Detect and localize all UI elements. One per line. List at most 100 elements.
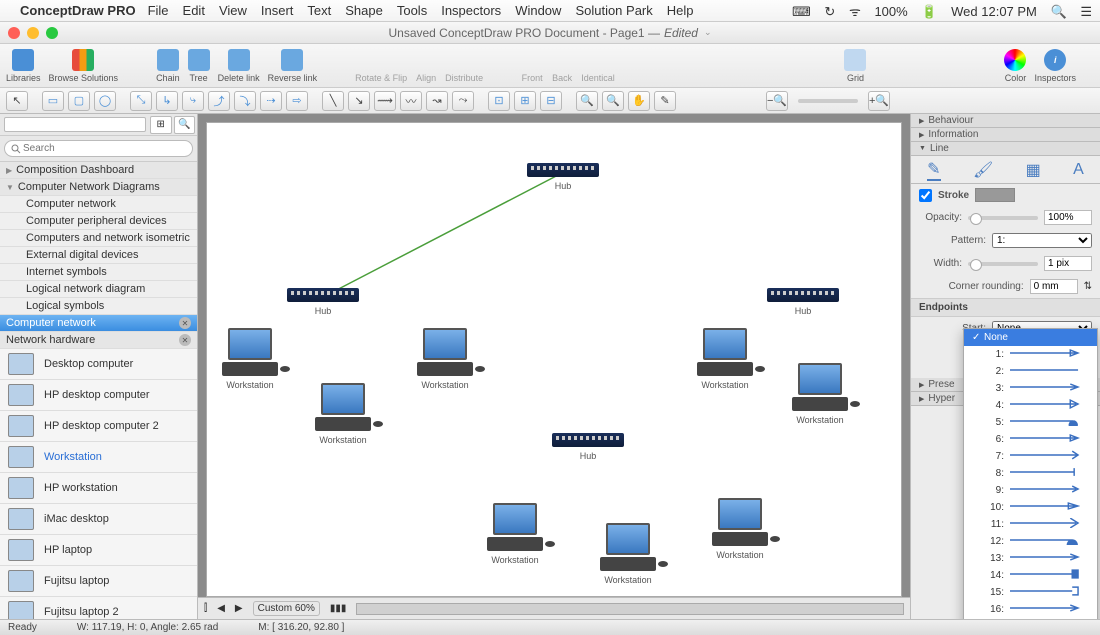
rounded-rect-tool[interactable]: ▢ xyxy=(68,91,90,111)
keyboard-icon[interactable]: ⌨ xyxy=(792,4,811,19)
workstation-node[interactable]: Workstation xyxy=(712,498,768,560)
hub-node[interactable]: Hub xyxy=(527,163,599,191)
zoom-out-tool[interactable]: 🔍 xyxy=(602,91,624,111)
battery-icon[interactable]: 🔋 xyxy=(921,4,937,19)
identical-button[interactable]: Identical xyxy=(581,49,615,83)
distribute-button[interactable]: Distribute xyxy=(445,49,483,83)
list-item[interactable]: Desktop computer xyxy=(0,349,197,380)
align-button[interactable]: Align xyxy=(415,49,437,83)
menu-shape[interactable]: Shape xyxy=(345,3,383,18)
zoom-minus[interactable]: −🔍 xyxy=(766,91,788,111)
dropdown-item[interactable]: 11: xyxy=(964,516,1097,533)
menu-inspectors[interactable]: Inspectors xyxy=(441,3,501,18)
menu-text[interactable]: Text xyxy=(307,3,331,18)
hub-node[interactable]: Hub xyxy=(287,288,359,316)
eyedropper-tool[interactable]: ✎ xyxy=(654,91,676,111)
opacity-slider[interactable] xyxy=(968,216,1038,220)
section-line[interactable]: ▼Line xyxy=(911,142,1100,156)
reverse-link-button[interactable]: Reverse link xyxy=(268,49,318,83)
line-tool-6[interactable]: ⤳ xyxy=(452,91,474,111)
corner-input[interactable] xyxy=(1030,279,1078,294)
hub-node[interactable]: Hub xyxy=(767,288,839,316)
menu-window[interactable]: Window xyxy=(515,3,561,18)
menu-solution-park[interactable]: Solution Park xyxy=(575,3,652,18)
connector-tool-3[interactable]: ⤷ xyxy=(182,91,204,111)
tree-item[interactable]: Computer peripheral devices xyxy=(0,213,197,230)
section-information[interactable]: ▶Information xyxy=(911,128,1100,142)
hub-node[interactable]: Hub xyxy=(552,433,624,461)
width-slider[interactable] xyxy=(968,262,1038,266)
workstation-node[interactable]: Workstation xyxy=(697,328,753,390)
sidebar-search-icon[interactable]: 🔍 xyxy=(174,116,196,134)
zoom-display[interactable]: Custom 60% xyxy=(253,601,320,616)
title-dropdown-icon[interactable]: ⌄ xyxy=(704,27,712,38)
menu-insert[interactable]: Insert xyxy=(261,3,294,18)
tree-computer-network-diagrams[interactable]: ▼Computer Network Diagrams xyxy=(0,179,197,196)
scroll-handle-icon[interactable]: ⫿ xyxy=(204,603,207,614)
dropdown-item[interactable]: 9: xyxy=(964,482,1097,499)
rect-tool[interactable]: ▭ xyxy=(42,91,64,111)
section-behaviour[interactable]: ▶Behaviour xyxy=(911,114,1100,128)
sidebar-grid-icon[interactable]: ⊞ xyxy=(150,116,172,134)
dropdown-item[interactable]: 12: xyxy=(964,533,1097,550)
node-tool-1[interactable]: ⊡ xyxy=(488,91,510,111)
sidebar-filter-input[interactable] xyxy=(4,117,146,132)
page-tabs-icon[interactable]: ▮▮▮ xyxy=(330,603,347,614)
back-button[interactable]: Back xyxy=(551,49,573,83)
dropdown-item[interactable]: 6: xyxy=(964,431,1097,448)
stroke-checkbox[interactable] xyxy=(919,189,932,202)
dropdown-none[interactable]: ✓None xyxy=(964,329,1097,346)
dropdown-item[interactable]: 5: xyxy=(964,414,1097,431)
node-tool-2[interactable]: ⊞ xyxy=(514,91,536,111)
horizontal-scrollbar[interactable] xyxy=(356,603,904,615)
list-item[interactable]: Fujitsu laptop 2 xyxy=(0,597,197,619)
workstation-node[interactable]: Workstation xyxy=(417,328,473,390)
grid-button[interactable]: Grid xyxy=(844,49,866,83)
hand-tool[interactable]: ✋ xyxy=(628,91,650,111)
rotate-flip-button[interactable]: Rotate & Flip xyxy=(355,49,407,83)
list-item[interactable]: Fujitsu laptop xyxy=(0,566,197,597)
chain-button[interactable]: Chain xyxy=(156,49,180,83)
dropdown-item[interactable]: 10: xyxy=(964,499,1097,516)
tree-button[interactable]: Tree xyxy=(188,49,210,83)
connector-tool-1[interactable]: ⤡ xyxy=(130,91,152,111)
dropdown-item[interactable]: 3: xyxy=(964,380,1097,397)
menu-view[interactable]: View xyxy=(219,3,247,18)
ellipse-tool[interactable]: ◯ xyxy=(94,91,116,111)
dropdown-item[interactable]: 8: xyxy=(964,465,1097,482)
line-tool-1[interactable]: ╲ xyxy=(322,91,344,111)
dropdown-item[interactable]: 4: xyxy=(964,397,1097,414)
opacity-input[interactable] xyxy=(1044,210,1092,225)
list-item[interactable]: Workstation xyxy=(0,442,197,473)
tab-fill-icon[interactable]: ▦ xyxy=(1026,160,1041,180)
dropdown-item[interactable]: 15: xyxy=(964,584,1097,601)
front-button[interactable]: Front xyxy=(521,49,543,83)
list-item[interactable]: HP desktop computer 2 xyxy=(0,411,197,442)
connector-tool-5[interactable]: ⤵ xyxy=(234,91,256,111)
node-tool-3[interactable]: ⊟ xyxy=(540,91,562,111)
spotlight-icon[interactable]: 🔍 xyxy=(1051,4,1067,19)
list-item[interactable]: iMac desktop xyxy=(0,504,197,535)
dropdown-item[interactable]: 13: xyxy=(964,550,1097,567)
stroke-color-swatch[interactable] xyxy=(975,188,1015,202)
inspectors-button[interactable]: iInspectors xyxy=(1034,49,1076,83)
connector-tool-4[interactable]: ⤴ xyxy=(208,91,230,111)
workstation-node[interactable]: Workstation xyxy=(222,328,278,390)
zoom-plus[interactable]: +🔍 xyxy=(868,91,890,111)
drawing-canvas[interactable]: Hub Hub Hub Hub Workstation Workstation Workst… xyxy=(206,122,902,597)
minimize-window-icon[interactable] xyxy=(27,27,39,39)
tab-text-icon[interactable]: A xyxy=(1073,161,1084,179)
page-prev-icon[interactable]: ◀ xyxy=(217,603,225,614)
library-search-input[interactable] xyxy=(4,140,193,157)
tree-item[interactable]: External digital devices xyxy=(0,247,197,264)
tree-item[interactable]: Computer network xyxy=(0,196,197,213)
tab-brush-icon[interactable]: 🖌 xyxy=(973,160,993,180)
dropdown-item[interactable]: 14: xyxy=(964,567,1097,584)
notifications-icon[interactable]: ☰ xyxy=(1080,4,1092,19)
menu-file[interactable]: File xyxy=(148,3,169,18)
dropdown-item[interactable]: 16: xyxy=(964,601,1097,618)
menu-tools[interactable]: Tools xyxy=(397,3,427,18)
workstation-node[interactable]: Workstation xyxy=(487,503,543,565)
pointer-tool[interactable]: ↖ xyxy=(6,91,28,111)
width-input[interactable] xyxy=(1044,256,1092,271)
